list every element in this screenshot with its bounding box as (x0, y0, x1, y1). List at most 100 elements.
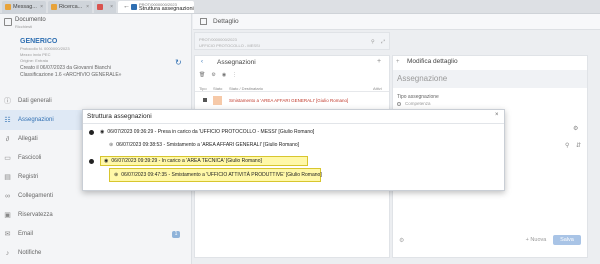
entry-text: 06/07/2023 09:47:35 - Smistamento a 'UFF… (121, 172, 322, 178)
radio-label: Competenza (405, 101, 431, 106)
highlighted-entry: ⊛ 06/07/2023 09:47:35 - Smistamento a 'U… (109, 168, 322, 182)
created-by: Creato il 06/07/2023 da Giovanni Bianchi (20, 65, 111, 71)
entry-text: 06/07/2023 09:38:53 - Smistamento a 'ARE… (116, 142, 300, 148)
sidebar-item-label: Notifiche (18, 250, 42, 256)
add-icon[interactable]: + (377, 58, 381, 65)
dialog-title: Struttura assegnazioni (87, 113, 152, 120)
entry-text: 06/07/2023 09:36:29 - Presa in carico da… (107, 129, 315, 135)
status-icon (213, 96, 222, 105)
bell-icon: ♪ (5, 249, 10, 257)
document-tab-icon (131, 4, 137, 10)
expand-left-icon[interactable]: + (396, 59, 400, 65)
email-count-badge: 1 (172, 230, 180, 238)
detail-header: Dettaglio (193, 14, 600, 30)
sidebar-item-email[interactable]: ✉ Email 1 (0, 224, 190, 244)
mail-tab-icon (5, 4, 11, 10)
eye-icon: ◉ (100, 129, 105, 135)
document-icon (4, 18, 12, 26)
modifica-title: Modifica dettaglio (407, 58, 458, 65)
settings-icon[interactable]: ⚙ (211, 72, 215, 78)
collapse-toggle-icon[interactable] (89, 158, 94, 164)
settings-icon[interactable]: ⚙ (399, 237, 404, 244)
tab-label: Ricerca... (59, 4, 83, 10)
expand-icon[interactable]: ⤢ (381, 39, 385, 45)
collapse-icon[interactable]: ‹ (201, 59, 203, 65)
folder-icon: ▭ (4, 154, 11, 162)
document-type: GENERICO (20, 38, 58, 45)
divider (83, 123, 504, 124)
assegnazioni-toolbar: 🗑 ⚙ ◉ ⋮ (199, 72, 237, 78)
tab-ricerca[interactable]: Ricerca... × (48, 1, 92, 13)
close-icon[interactable]: × (495, 112, 499, 118)
protocol-number: Protocollo N. 0000000/2023 (20, 46, 70, 51)
row-destinatario: Smistamento a 'AREA AFFARI GENERALI' [Gi… (229, 98, 349, 103)
more-icon[interactable]: ⋮ (232, 72, 237, 78)
browser-tab-bar: Messag... × Ricerca... × × PROT/0000000/… (0, 0, 600, 14)
protocol-card: PROT/0000000/2023 UFFICIO PROTOCOLLO - M… (194, 32, 390, 50)
col-attivi: Attivi (373, 86, 382, 91)
back-arrow-icon[interactable]: ← (123, 3, 130, 10)
view-icon[interactable]: ◉ (222, 72, 226, 78)
new-button[interactable]: + Nuova (523, 235, 549, 245)
sidebar-item-riservatezza[interactable]: ▣ Riservatezza (0, 205, 190, 225)
filter-icon[interactable]: ⇵ (576, 142, 581, 149)
sidebar-item-label: Fascicoli (18, 155, 42, 161)
collapse-toggle-icon[interactable] (89, 129, 94, 135)
info-icon: ⓘ (4, 97, 11, 105)
section-title: Assegnazione (397, 74, 448, 83)
share-icon: ⊛ (109, 142, 114, 148)
sidebar-item-label: Assegnazioni (18, 117, 54, 123)
detail-title: Dettaglio (213, 18, 239, 25)
classification: Classificazione 1.6 «ARCHIVIO GENERALE» (20, 72, 122, 78)
sidebar-item-notifiche[interactable]: ♪ Notifiche (0, 243, 190, 263)
assegnazioni-title: Assegnazioni (217, 59, 256, 66)
tab-messaggi[interactable]: Messag... × (2, 1, 46, 13)
entry-text: 06/07/2023 09:39:29 - In carico a 'AREA … (111, 158, 262, 164)
tab-document[interactable]: × (94, 1, 116, 13)
type-icon (203, 98, 207, 102)
sidebar-item-label: Allegati (18, 136, 38, 142)
sidebar-item-label: Collegamenti (18, 193, 54, 199)
panel-icon (200, 18, 207, 25)
struttura-assegnazioni-dialog: Struttura assegnazioni × ◉ 06/07/2023 09… (82, 109, 505, 191)
sidebar-item-label: Riservatezza (18, 212, 53, 218)
section-title: Documento (15, 17, 46, 23)
protocol-office: UFFICIO PROTOCOLLO - MESSI (199, 43, 260, 48)
document-tab-icon (97, 4, 103, 10)
highlighted-entry: ◉ 06/07/2023 09:39:29 - In carico a 'ARE… (100, 156, 308, 166)
share-icon: ⊛ (114, 172, 119, 178)
lock-icon: ▣ (4, 211, 11, 219)
tree-node[interactable]: ◉ 06/07/2023 09:36:29 - Presa in carico … (89, 129, 314, 135)
refresh-icon[interactable]: ↻ (175, 58, 182, 67)
people-icon: ☷ (4, 116, 11, 124)
link-icon: ∞ (5, 192, 10, 200)
table-row[interactable]: Smistamento a 'AREA AFFARI GENERALI' [Gi… (195, 95, 389, 106)
tree-node[interactable]: ⊛ 06/07/2023 09:38:53 - Smistamento a 'A… (109, 142, 299, 148)
protocol-code: PROT/0000000/2023 (199, 37, 237, 42)
register-icon: ▤ (4, 173, 11, 181)
sidebar-item-label: Email (18, 231, 34, 237)
sidebar-item-label: Registri (18, 174, 39, 180)
close-icon[interactable]: × (38, 4, 43, 10)
mail-icon: ✉ (4, 230, 11, 238)
sidebar-item-dati-generali[interactable]: ⓘ Dati generali (0, 91, 190, 111)
close-icon[interactable]: × (84, 4, 89, 10)
save-button[interactable]: Salva (553, 235, 581, 245)
tab-label: Messag... (13, 4, 37, 10)
assegnazione-section-header: Assegnazione (393, 70, 587, 88)
col-tipo: Tipo (199, 86, 207, 91)
paperclip-icon: ∂ (5, 135, 10, 143)
radio-icon (397, 101, 401, 106)
gear-icon[interactable]: ⚙ (573, 125, 578, 132)
tree-node[interactable]: ⊛ 06/07/2023 09:47:35 - Smistamento a 'U… (109, 168, 322, 182)
tree-node[interactable]: ◉ 06/07/2023 09:39:29 - In carico a 'ARE… (89, 156, 308, 166)
col-stato: Stato (213, 86, 223, 91)
field-label: Tipo assegnazione (397, 94, 439, 100)
sidebar-item-label: Dati generali (18, 98, 52, 104)
competenza-radio[interactable]: Competenza (397, 101, 431, 106)
search-icon[interactable]: ⚲ (565, 142, 569, 149)
eye-icon: ◉ (104, 158, 109, 164)
close-icon[interactable]: × (108, 4, 113, 10)
search-icon[interactable]: ⚲ (371, 39, 375, 45)
delete-icon[interactable]: 🗑 (199, 72, 205, 78)
